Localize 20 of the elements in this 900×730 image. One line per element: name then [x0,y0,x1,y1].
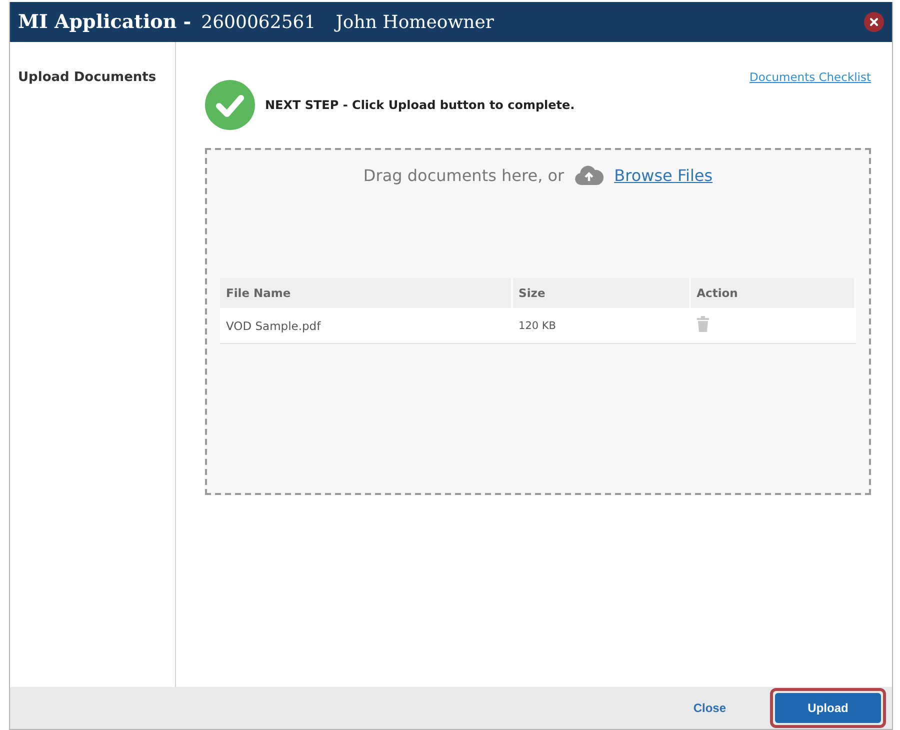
close-button[interactable]: Close [687,700,732,716]
column-header: File Name [220,278,513,308]
window-title: MI Application - [18,11,192,33]
sidebar-item[interactable]: Upload Documents [18,70,167,85]
drop-zone[interactable]: Drag documents here, or Browse Files File Name Size Action VOD Sample.pdf 120 KB [205,148,871,495]
drop-prompt: Drag documents here, or [363,166,564,184]
table-cell: VOD Sample.pdf [220,308,513,344]
documents-checklist-link[interactable]: Documents Checklist [750,70,871,84]
column-header: Size [512,278,691,308]
cloud-upload-icon [574,164,604,186]
close-icon [869,17,879,27]
column-header: Action [690,278,856,308]
browse-files-link[interactable]: Browse Files [614,166,713,184]
next-step-text: NEXT STEP - Click Upload button to complete. [265,98,575,112]
check-circle-icon [205,80,255,130]
upload-button[interactable]: Upload [775,693,881,723]
close-button[interactable] [864,12,884,32]
table-cell: 120 KB [512,308,691,344]
loan-number: 2600062561 [201,12,316,32]
borrower-name: John Homeowner [336,12,494,32]
